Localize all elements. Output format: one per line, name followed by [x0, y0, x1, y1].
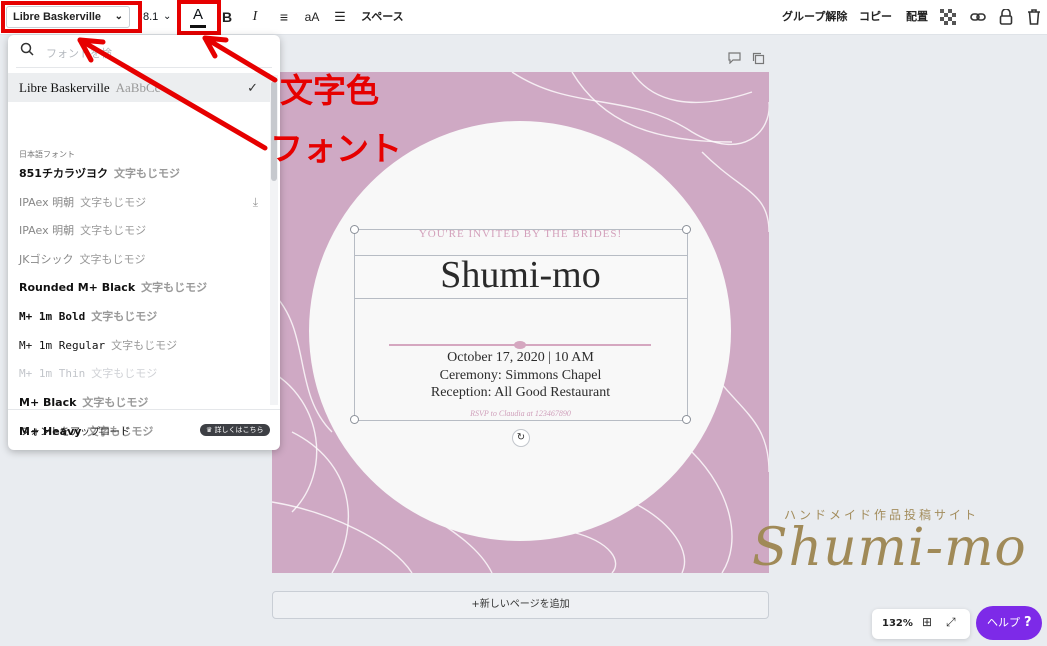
- upload-font-button[interactable]: フォントをアップロード: [20, 423, 130, 438]
- annotation-text-color: 文字色: [280, 71, 379, 110]
- font-family-value: Libre Baskerville: [13, 11, 102, 23]
- search-icon: [20, 42, 34, 60]
- font-name: IPAex 明朝: [19, 224, 75, 237]
- link-icon[interactable]: [968, 5, 988, 29]
- font-sample: 文字もじモジ: [82, 396, 149, 409]
- font-item[interactable]: Rounded M+ Black 文字もじモジ: [8, 273, 270, 302]
- duplicate-page-icon[interactable]: [752, 52, 765, 68]
- lock-icon[interactable]: [996, 5, 1016, 29]
- font-sample: 文字もじモジ: [79, 253, 146, 266]
- help-button[interactable]: ヘルプ ?: [976, 606, 1042, 640]
- group-selection-box[interactable]: [354, 229, 688, 421]
- font-name: Libre Baskerville: [19, 80, 110, 95]
- font-item[interactable]: 851チカラヅヨク 文字もじモジ: [8, 159, 270, 188]
- list-icon[interactable]: ☰: [331, 5, 349, 29]
- grid-view-icon[interactable]: ⊞: [922, 615, 932, 629]
- help-label: ヘルプ: [987, 616, 1020, 629]
- letter-case-button[interactable]: aA: [302, 5, 322, 29]
- learn-more-badge[interactable]: ♛ 詳しくはこちら: [200, 424, 270, 436]
- font-sample: 文字もじモジ: [91, 310, 158, 323]
- font-search-field[interactable]: フォントを検: [16, 39, 272, 68]
- trash-icon[interactable]: [1024, 5, 1044, 29]
- align-icon[interactable]: ≡: [274, 5, 294, 29]
- fullscreen-icon[interactable]: ⤢: [946, 615, 956, 630]
- font-name: M+ Black: [19, 396, 77, 409]
- rotate-icon[interactable]: ↻: [512, 429, 530, 447]
- resize-handle[interactable]: [350, 225, 359, 234]
- font-item[interactable]: M+ 1m Regular 文字もじモジ: [8, 331, 270, 360]
- resize-handle[interactable]: [682, 415, 691, 424]
- add-page-button[interactable]: +新しいページを追加: [272, 591, 769, 619]
- font-name: M+ 1m Regular: [19, 339, 106, 352]
- font-dropdown-panel: フォントを検 Libre Baskerville AaBbCc ✓ 日本語フォント…: [8, 35, 280, 450]
- resize-handle[interactable]: [682, 225, 691, 234]
- font-sample: 文字もじモジ: [91, 367, 158, 380]
- text-color-icon: A: [192, 6, 203, 23]
- font-size-value: 8.1: [143, 11, 159, 23]
- copy-button[interactable]: コピー: [859, 5, 892, 29]
- ungroup-button[interactable]: グループ解除: [782, 5, 847, 29]
- font-item[interactable]: IPAex 明朝 文字もじモジ: [8, 216, 270, 245]
- font-search-placeholder: フォントを検: [46, 47, 112, 60]
- watermark-logo: Shumi-mo: [752, 518, 1027, 578]
- font-sample: 文字もじモジ: [111, 339, 178, 352]
- transparency-icon[interactable]: [938, 5, 958, 29]
- font-name: JKゴシック: [19, 253, 74, 266]
- font-name: 851チカラヅヨク: [19, 167, 108, 180]
- font-name: M+ 1m Thin: [19, 367, 86, 380]
- font-item[interactable]: M+ 1m Thin 文字もじモジ: [8, 359, 270, 388]
- font-sample: AaBbCc: [115, 80, 161, 95]
- font-name: Rounded M+ Black: [19, 281, 136, 294]
- font-size-input[interactable]: 8.1 ⌄: [143, 6, 177, 28]
- font-sample: 文字もじモジ: [141, 281, 208, 294]
- top-toolbar: Libre Baskerville ⌄ 8.1 ⌄ A B I ≡ aA ☰ ス…: [0, 0, 1047, 35]
- download-icon[interactable]: ⤓: [253, 188, 258, 217]
- font-sample: 文字もじモジ: [80, 224, 147, 237]
- font-item[interactable]: IPAex 明朝 文字もじモジ ⤓: [8, 188, 270, 217]
- annotation-font: フォント: [270, 129, 402, 168]
- font-dropdown-footer: フォントをアップロード ♛ 詳しくはこちら: [8, 409, 280, 450]
- font-item[interactable]: M+ 1m Bold 文字もじモジ: [8, 302, 270, 331]
- bold-button[interactable]: B: [218, 5, 236, 29]
- question-icon: ?: [1024, 615, 1032, 630]
- font-item[interactable]: JKゴシック 文字もじモジ: [8, 245, 270, 274]
- zoom-level[interactable]: 132%: [882, 618, 913, 629]
- font-list: Libre Baskerville AaBbCc ✓ 日本語フォント 851チカラ…: [8, 73, 270, 438]
- text-color-button[interactable]: A: [186, 5, 210, 29]
- learn-more-label: 詳しくはこちら: [214, 426, 264, 434]
- font-family-select[interactable]: Libre Baskerville ⌄: [6, 6, 130, 28]
- italic-button[interactable]: I: [246, 5, 264, 29]
- position-button[interactable]: 配置: [906, 5, 928, 29]
- chevron-down-icon[interactable]: ⌄: [163, 6, 171, 28]
- zoom-controls: 132% ⊞ ⤢: [872, 609, 970, 639]
- comment-icon[interactable]: [728, 52, 741, 67]
- font-sample: 文字もじモジ: [113, 167, 180, 180]
- font-item-selected[interactable]: Libre Baskerville AaBbCc ✓: [8, 73, 270, 102]
- font-sample: 文字もじモジ: [80, 196, 147, 209]
- chevron-down-icon: ⌄: [114, 11, 123, 22]
- checkmark-icon: ✓: [247, 80, 258, 95]
- font-name: M+ 1m Bold: [19, 310, 86, 323]
- font-name: IPAex 明朝: [19, 196, 75, 209]
- spacing-button[interactable]: スペース: [361, 5, 404, 29]
- text-color-swatch: [190, 25, 206, 28]
- resize-handle[interactable]: [350, 415, 359, 424]
